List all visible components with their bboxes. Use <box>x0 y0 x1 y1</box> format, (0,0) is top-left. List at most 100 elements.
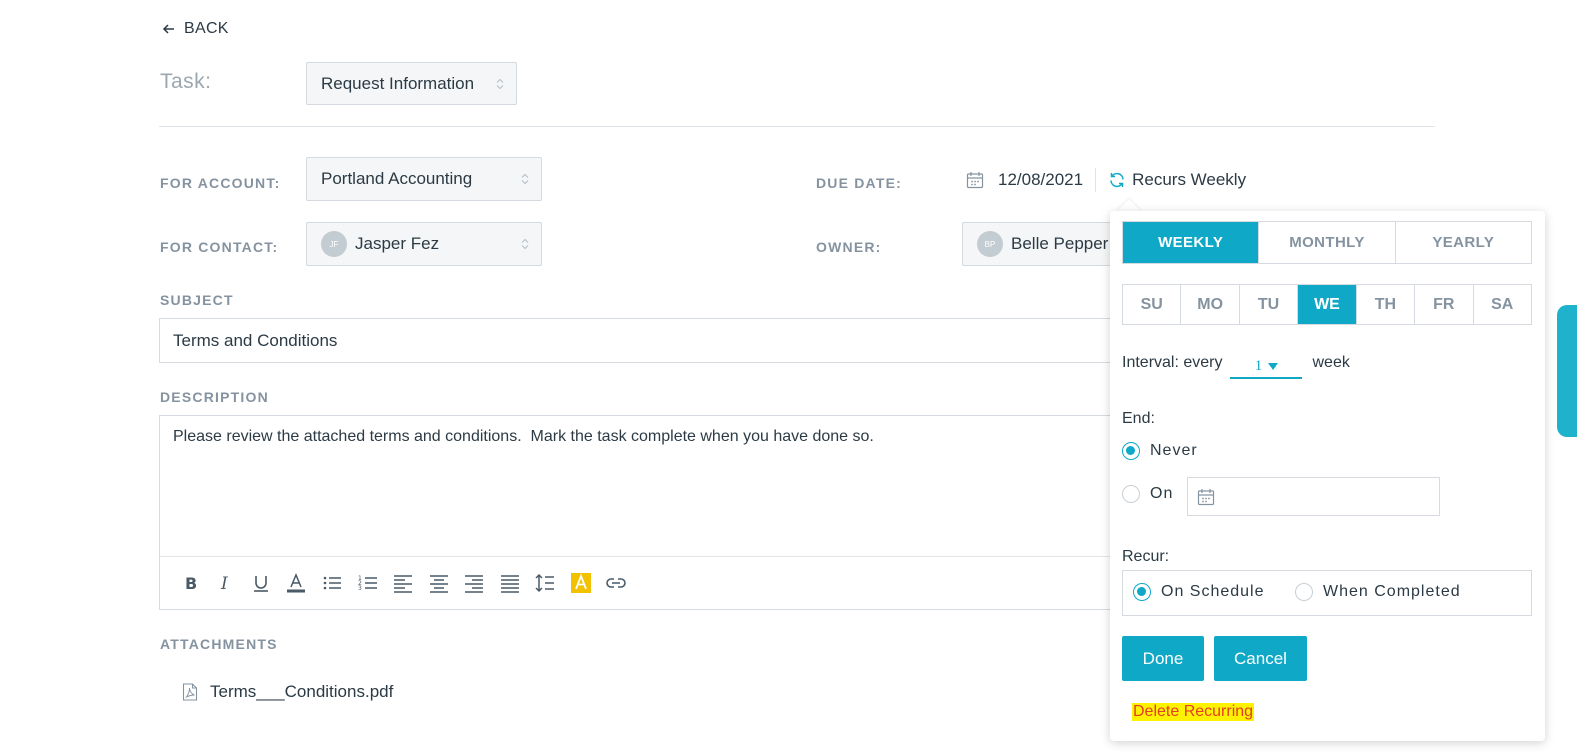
end-on-label: On <box>1150 485 1174 502</box>
attachment-item[interactable]: Terms___Conditions.pdf <box>182 682 393 702</box>
justify-button[interactable] <box>498 571 522 595</box>
link-button[interactable] <box>604 571 628 595</box>
link-icon <box>606 578 626 588</box>
end-date-input[interactable] <box>1187 477 1440 516</box>
numbered-list-button[interactable]: 123 <box>356 571 380 595</box>
task-label: Task: <box>160 70 212 93</box>
done-button[interactable]: Done <box>1122 636 1204 681</box>
interval-prefix: Interval: every <box>1122 354 1223 371</box>
description-text[interactable]: Please review the attached terms and con… <box>173 428 874 446</box>
arrow-left-icon <box>162 24 174 34</box>
radio-unselected-icon <box>1122 485 1140 503</box>
font-color-icon <box>287 573 305 593</box>
account-select[interactable]: Portland Accounting <box>306 157 542 201</box>
align-center-icon <box>430 575 448 593</box>
owner-label: OWNER: <box>816 239 882 255</box>
tab-weekly[interactable]: WEEKLY <box>1123 222 1260 263</box>
day-thursday[interactable]: TH <box>1357 285 1416 324</box>
line-height-button[interactable] <box>533 571 557 595</box>
select-arrows-icon <box>496 78 504 89</box>
recur-on-schedule-option[interactable]: On Schedule <box>1133 583 1265 601</box>
underline-icon <box>254 576 268 592</box>
day-monday[interactable]: MO <box>1181 285 1240 324</box>
interval-select[interactable]: 1 <box>1230 347 1303 379</box>
select-arrows-icon <box>521 173 529 185</box>
radio-unselected-icon <box>1295 583 1313 601</box>
recurs-toggle[interactable]: Recurs Weekly <box>1108 170 1246 190</box>
weekday-selector: SU MO TU WE TH FR SA <box>1122 284 1532 325</box>
end-never-label: Never <box>1150 442 1198 459</box>
bullet-list-button[interactable] <box>320 571 344 595</box>
description-label: DESCRIPTION <box>160 389 269 405</box>
svg-text:3: 3 <box>358 585 362 592</box>
back-label: BACK <box>184 20 229 37</box>
account-value: Portland Accounting <box>321 169 473 188</box>
day-sunday[interactable]: SU <box>1123 285 1182 324</box>
bold-button[interactable]: B <box>178 571 202 595</box>
day-wednesday[interactable]: WE <box>1298 285 1357 324</box>
highlight-icon <box>571 573 591 593</box>
attachment-name: Terms___Conditions.pdf <box>210 682 394 701</box>
end-never-option[interactable]: Never <box>1122 442 1198 460</box>
attachments-label: ATTACHMENTS <box>160 636 278 652</box>
description-editor[interactable]: Please review the attached terms and con… <box>159 415 1139 610</box>
task-type-select[interactable]: Request Information <box>306 62 517 105</box>
owner-avatar: BP <box>977 231 1003 257</box>
contact-avatar: JF <box>321 231 347 257</box>
interval-row: Interval: every 1 week <box>1122 347 1350 379</box>
for-contact-label: FOR CONTACT: <box>160 239 279 255</box>
end-label: End: <box>1122 410 1155 427</box>
recur-when-completed-option[interactable]: When Completed <box>1295 583 1461 601</box>
day-friday[interactable]: FR <box>1415 285 1474 324</box>
frequency-tabs: WEEKLY MONTHLY YEARLY <box>1122 221 1532 264</box>
back-link[interactable]: BACK <box>162 20 229 38</box>
header-divider <box>159 126 1435 127</box>
caret-down-icon <box>1268 362 1279 370</box>
underline-button[interactable] <box>249 571 273 595</box>
subject-input[interactable]: Terms and Conditions <box>159 318 1139 363</box>
due-date-row: 12/08/2021 Recurs Weekly <box>966 166 1246 194</box>
task-type-value: Request Information <box>321 73 475 93</box>
recur-on-schedule-label: On Schedule <box>1161 583 1265 600</box>
cancel-button[interactable]: Cancel <box>1214 636 1307 681</box>
due-date-separator <box>1095 168 1097 192</box>
subject-label: SUBJECT <box>160 292 234 308</box>
align-center-button[interactable] <box>427 571 451 595</box>
line-height-icon <box>535 573 554 593</box>
contact-value: Jasper Fez <box>355 234 440 253</box>
recur-mode-group: On Schedule When Completed <box>1122 570 1532 616</box>
tab-monthly[interactable]: MONTHLY <box>1259 222 1396 263</box>
contact-select[interactable]: JF Jasper Fez <box>306 222 542 266</box>
select-arrows-icon <box>521 238 529 250</box>
end-on-option[interactable]: On <box>1122 485 1173 503</box>
tab-yearly[interactable]: YEARLY <box>1396 222 1531 263</box>
svg-text:I: I <box>220 574 228 593</box>
refresh-icon <box>1110 172 1124 188</box>
align-left-icon <box>394 575 412 593</box>
delete-recurring-link[interactable]: Delete Recurring <box>1132 703 1255 721</box>
radio-selected-icon <box>1133 583 1151 601</box>
font-color-button[interactable] <box>284 571 308 595</box>
day-tuesday[interactable]: TU <box>1240 285 1299 324</box>
recur-when-completed-label: When Completed <box>1323 583 1461 600</box>
owner-select[interactable]: BP Belle Pepper <box>962 222 1132 266</box>
highlight-button[interactable] <box>569 571 593 595</box>
interval-suffix: week <box>1312 354 1350 371</box>
recur-label: Recur: <box>1122 548 1170 565</box>
owner-value: Belle Pepper <box>1011 234 1109 253</box>
recurrence-popover: WEEKLY MONTHLY YEARLY SU MO TU WE TH FR … <box>1110 211 1545 741</box>
align-left-button[interactable] <box>391 571 415 595</box>
calendar-icon <box>966 172 984 189</box>
italic-button[interactable]: I <box>213 571 237 595</box>
for-account-label: FOR ACCOUNT: <box>160 175 281 191</box>
interval-value: 1 <box>1254 357 1263 374</box>
italic-icon: I <box>220 574 228 593</box>
align-right-button[interactable] <box>462 571 486 595</box>
pdf-file-icon <box>182 683 198 701</box>
side-panel-tab[interactable] <box>1557 305 1577 437</box>
day-saturday[interactable]: SA <box>1474 285 1531 324</box>
radio-selected-icon <box>1122 442 1140 460</box>
due-date-value[interactable]: 12/08/2021 <box>998 170 1083 190</box>
align-right-icon <box>465 575 483 593</box>
subject-value: Terms and Conditions <box>173 330 338 350</box>
